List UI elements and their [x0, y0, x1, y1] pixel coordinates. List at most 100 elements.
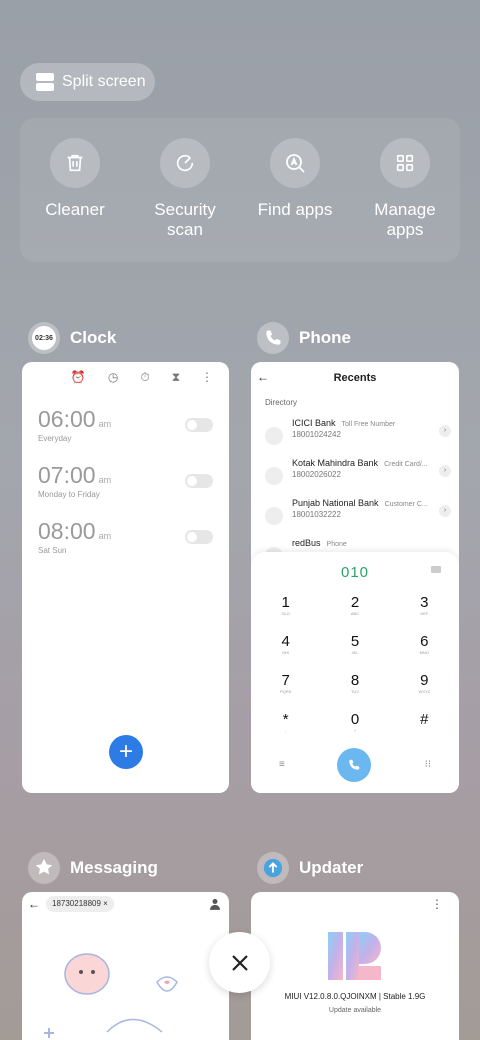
- world-clock-tab-icon[interactable]: ◷: [108, 370, 118, 392]
- clock-app-card[interactable]: ⏰ ◷ ⏱ ⧗ ⋮ 06:00 am Everyday 07:00 am Monda…: [22, 362, 229, 793]
- alarm-toggle[interactable]: [185, 418, 213, 432]
- clock-tabs: ⏰ ◷ ⏱ ⧗ ⋮: [22, 362, 229, 392]
- manage-apps-tool[interactable]: Manage apps: [350, 138, 460, 240]
- find-apps-tool[interactable]: Find apps: [240, 138, 350, 220]
- alarm-suffix: am: [98, 475, 112, 485]
- dial-key-8[interactable]: 8 TUV: [320, 673, 389, 704]
- clock-icon-time: 02:36: [32, 326, 56, 350]
- more-icon[interactable]: ⋮: [201, 370, 213, 384]
- alarm-time: 08:00: [38, 518, 96, 544]
- key-letters: GLO: [281, 611, 290, 616]
- clear-all-button[interactable]: [209, 932, 270, 993]
- cleaner-label: Cleaner: [45, 200, 105, 219]
- key-letters: WXYZ: [418, 689, 431, 694]
- trash-icon: [50, 138, 100, 188]
- messaging-app-name: Messaging: [70, 858, 158, 877]
- contact-row[interactable]: ICICI Bank Toll Free Number 18001024242 ›: [251, 418, 459, 458]
- dial-key-3[interactable]: 3 DEF: [390, 595, 459, 626]
- chevron-right-icon[interactable]: ›: [439, 425, 451, 437]
- key-digit: 2: [350, 594, 360, 611]
- updater-app-header: Updater: [257, 852, 363, 884]
- security-scan-label: Security scan: [154, 200, 216, 239]
- find-apps-icon: [270, 138, 320, 188]
- key-letters: ,: [285, 728, 287, 733]
- more-icon[interactable]: ⋮: [431, 897, 443, 911]
- dial-key-6[interactable]: 6 MNO: [390, 634, 459, 665]
- key-digit: 4: [281, 633, 290, 650]
- dial-key-star[interactable]: *,: [251, 712, 320, 743]
- alarm-row[interactable]: 06:00 am Everyday: [22, 406, 229, 462]
- recipient-number: 18730218809: [52, 899, 101, 908]
- clock-app-name: Clock: [70, 328, 117, 347]
- contact-icon[interactable]: [210, 898, 220, 910]
- contact-name: Punjab National Bank: [292, 498, 379, 508]
- dial-keys: 1 GLO 2 ABC 3 DEF 4 GHI 5 JKL 6 MNO 7 PQRS 8 TUV…: [251, 595, 459, 743]
- stopwatch-tab-icon[interactable]: ⏱: [140, 370, 149, 392]
- key-letters: DEF: [420, 611, 429, 616]
- updater-app-name: Updater: [299, 858, 364, 877]
- cleaner-tool[interactable]: Cleaner: [20, 138, 130, 220]
- alarm-repeat: Monday to Friday: [38, 490, 100, 499]
- key-digit: 3: [420, 594, 429, 611]
- contact-number: 18001032222: [292, 510, 341, 519]
- phone-icon: [349, 759, 360, 770]
- alarm-row[interactable]: 07:00 am Monday to Friday: [22, 462, 229, 518]
- updater-app-icon: [257, 852, 289, 884]
- contact-avatar: [265, 507, 283, 525]
- dial-key-9[interactable]: 9 WXYZ: [390, 673, 459, 704]
- plus-icon: +: [118, 738, 133, 765]
- key-digit: 7: [281, 672, 290, 689]
- quick-tools-panel: Cleaner Security scan Find apps Manage a…: [20, 118, 460, 262]
- split-screen-icon: [36, 73, 54, 91]
- contact-avatar: [265, 427, 283, 445]
- dial-actions: ≡ ⁝⁝: [251, 748, 459, 782]
- contact-tag: Credit Card/...: [384, 461, 428, 468]
- key-letters: ABC: [350, 611, 360, 616]
- contact-name: Kotak Mahindra Bank: [292, 458, 379, 468]
- phone-header: ← Recents: [251, 362, 459, 394]
- alarm-time: 07:00: [38, 462, 96, 488]
- chevron-right-icon[interactable]: ›: [439, 505, 451, 517]
- directory-label: Directory: [265, 398, 298, 407]
- key-digit: 1: [281, 594, 290, 611]
- back-arrow-icon[interactable]: ←: [257, 370, 269, 384]
- contact-avatar: [265, 467, 283, 485]
- contact-number: 18001024242: [292, 430, 341, 439]
- dial-key-7[interactable]: 7 PQRS: [251, 673, 320, 704]
- contact-row[interactable]: Punjab National Bank Customer C... 180010…: [251, 498, 459, 538]
- key-letters: JKL: [351, 650, 359, 655]
- dial-key-4[interactable]: 4 GHI: [251, 634, 320, 665]
- split-screen-button[interactable]: Split screen: [20, 63, 155, 101]
- timer-tab-icon[interactable]: ⧗: [172, 370, 180, 392]
- split-screen-label: Split screen: [62, 73, 146, 90]
- dial-key-1[interactable]: 1 GLO: [251, 595, 320, 626]
- add-alarm-button[interactable]: +: [109, 735, 143, 769]
- alarm-row[interactable]: 08:00 am Sat Sun: [22, 518, 229, 574]
- phone-app-header: Phone: [257, 322, 351, 354]
- sticker-illustration: [44, 953, 178, 1038]
- menu-icon[interactable]: ≡: [279, 759, 285, 770]
- security-scan-tool[interactable]: Security scan: [130, 138, 240, 240]
- grid-icon: [380, 138, 430, 188]
- messaging-app-card[interactable]: ← 18730218809 ×: [22, 892, 229, 1040]
- updater-app-card[interactable]: ⋮ MIUI V12.0.8.0.QJOINXM | Stable 1.9G U…: [251, 892, 459, 1040]
- call-button[interactable]: [337, 748, 371, 782]
- backspace-icon[interactable]: [431, 566, 441, 573]
- alarm-toggle[interactable]: [185, 530, 213, 544]
- security-scan-icon: [160, 138, 210, 188]
- alarm-toggle[interactable]: [185, 474, 213, 488]
- key-digit: 6: [420, 633, 429, 650]
- dial-key-hash[interactable]: #: [390, 712, 459, 743]
- dial-key-2[interactable]: 2 ABC: [320, 595, 389, 626]
- dial-key-5[interactable]: 5 JKL: [320, 634, 389, 665]
- phone-app-card[interactable]: ← Recents Directory ICICI Bank Toll Free …: [251, 362, 459, 793]
- phone-title: Recents: [333, 372, 377, 384]
- back-arrow-icon[interactable]: ←: [28, 897, 40, 911]
- contact-row[interactable]: Kotak Mahindra Bank Credit Card/... 18002…: [251, 458, 459, 498]
- dialpad-toggle-icon[interactable]: ⁝⁝: [425, 759, 431, 770]
- find-apps-label: Find apps: [257, 200, 333, 219]
- chevron-right-icon[interactable]: ›: [439, 465, 451, 477]
- dial-key-0[interactable]: 0 +: [320, 712, 389, 743]
- recipient-chip[interactable]: 18730218809 ×: [46, 896, 114, 912]
- alarm-tab-icon[interactable]: ⏰: [71, 370, 86, 392]
